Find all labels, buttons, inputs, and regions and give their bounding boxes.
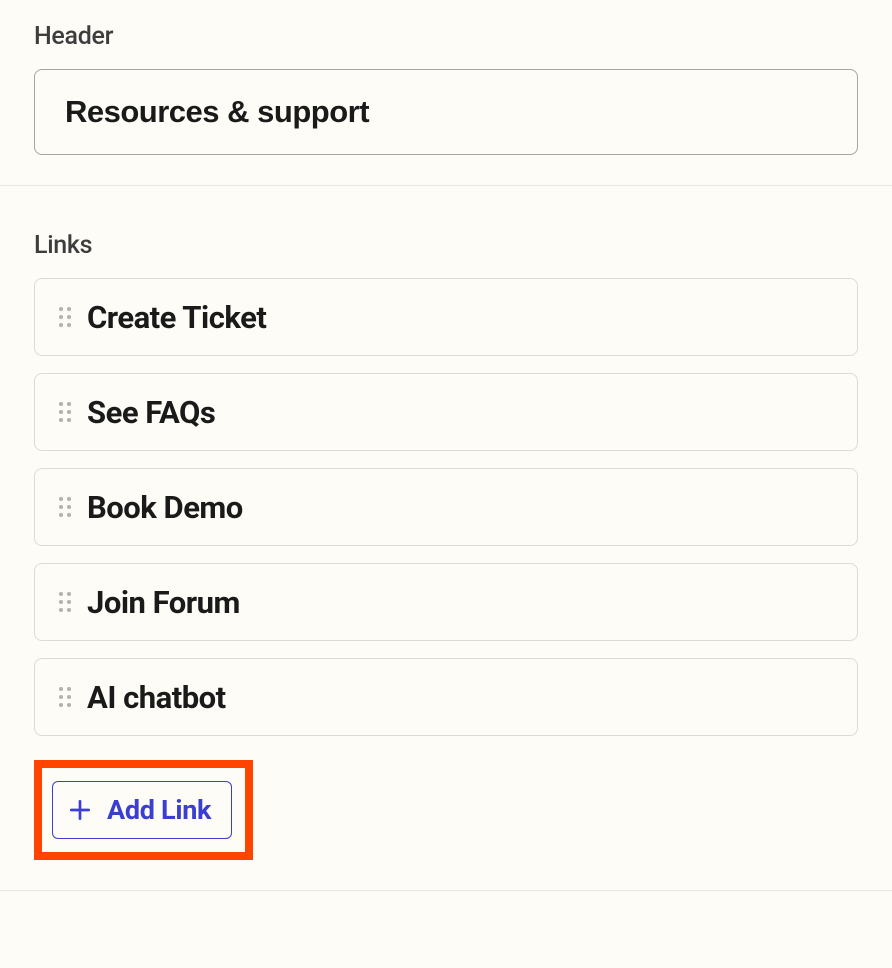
add-link-highlight: Add Link (34, 760, 253, 860)
header-section: Header (0, 0, 892, 185)
add-link-button-label: Add Link (107, 794, 211, 826)
link-list: Create Ticket See FAQs Book Demo Join Fo… (34, 278, 858, 736)
section-divider (0, 890, 892, 891)
drag-handle-icon[interactable] (57, 590, 73, 614)
link-item[interactable]: See FAQs (34, 373, 858, 451)
links-field-label: Links (34, 231, 858, 260)
link-item-label: See FAQs (87, 394, 215, 431)
add-link-button[interactable]: Add Link (52, 781, 232, 839)
plus-icon (67, 797, 93, 823)
link-item-label: Create Ticket (87, 299, 266, 336)
links-section: Links Create Ticket See FAQs Book Demo J… (0, 186, 892, 890)
drag-handle-icon[interactable] (57, 305, 73, 329)
drag-handle-icon[interactable] (57, 685, 73, 709)
link-item-label: Book Demo (87, 489, 243, 526)
link-item[interactable]: Create Ticket (34, 278, 858, 356)
link-item-label: AI chatbot (87, 679, 226, 716)
link-item[interactable]: Join Forum (34, 563, 858, 641)
link-item[interactable]: AI chatbot (34, 658, 858, 736)
drag-handle-icon[interactable] (57, 495, 73, 519)
drag-handle-icon[interactable] (57, 400, 73, 424)
link-item-label: Join Forum (87, 584, 240, 621)
header-input[interactable] (34, 69, 858, 155)
header-field-label: Header (34, 22, 858, 51)
link-item[interactable]: Book Demo (34, 468, 858, 546)
